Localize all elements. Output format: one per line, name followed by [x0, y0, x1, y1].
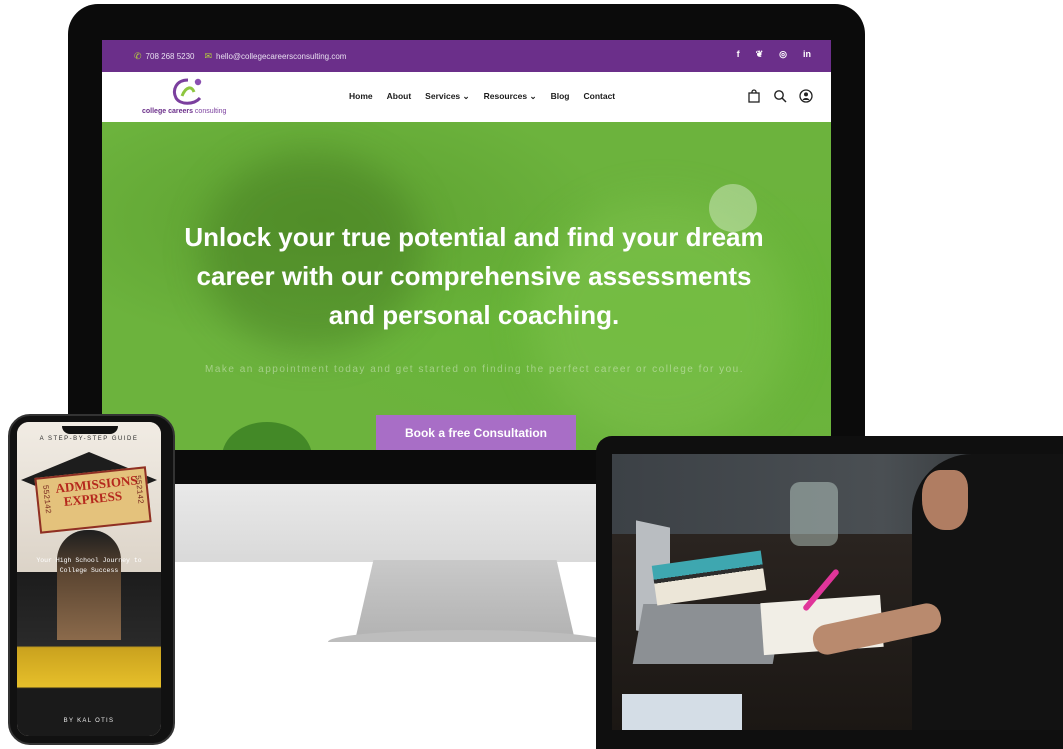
hero-headline: Unlock your true potential and find your… — [184, 222, 764, 330]
book-consultation-button[interactable]: Book a free Consultation — [376, 415, 576, 450]
nav-home[interactable]: Home — [349, 91, 373, 102]
email-address: hello@collegecareersconsulting.com — [216, 52, 347, 61]
photo-folder — [622, 694, 742, 730]
contact-topbar: ✆ 708 268 5230 ✉ hello@collegecareerscon… — [102, 40, 831, 72]
photo-glass-vase — [790, 482, 838, 546]
graduate-head — [57, 530, 121, 640]
mail-icon: ✉ — [204, 51, 213, 61]
book-author: BY KAL OTIS — [63, 718, 115, 724]
hero-subtext: Make an appointment today and get starte… — [205, 364, 744, 375]
ticket-number-right: 552142 — [132, 474, 145, 505]
phone-screen: A STEP-BY-STEP GUIDE 552142 ADMISSIONS E… — [17, 422, 161, 736]
phone-icon: ✆ — [134, 51, 142, 61]
hero-section: Unlock your true potential and find your… — [102, 122, 831, 450]
admissions-ticket: 552142 ADMISSIONS EXPRESS 552142 — [34, 466, 152, 534]
nav-contact[interactable]: Contact — [583, 91, 615, 102]
book-tagline: A STEP-BY-STEP GUIDE — [39, 436, 139, 442]
instagram-icon[interactable]: ◎ — [779, 49, 787, 60]
phone-notch — [62, 426, 118, 434]
logo-word-primary: college careers — [142, 108, 193, 115]
logo-word-secondary: consulting — [192, 108, 227, 115]
site-logo[interactable]: college careers consulting — [142, 74, 232, 120]
monitor-stand — [356, 560, 574, 636]
logo-mark-icon — [173, 78, 202, 105]
social-links: f ❦ ◎ in — [737, 49, 811, 60]
account-icon[interactable] — [799, 89, 813, 103]
phone-number: 708 268 5230 — [145, 52, 195, 61]
ticket-title: ADMISSIONS EXPRESS — [54, 472, 139, 510]
ticket-number-left: 552142 — [40, 484, 53, 515]
logo-wordmark: college careers consulting — [142, 108, 262, 115]
search-icon[interactable] — [773, 89, 787, 103]
shopping-bag-icon[interactable] — [747, 89, 761, 103]
twitter-icon[interactable]: ❦ — [756, 49, 764, 60]
contact-info: ✆ 708 268 5230 ✉ hello@collegecareerscon… — [134, 51, 346, 62]
photo-person-face — [922, 470, 968, 530]
hero-blob — [222, 422, 312, 450]
linkedin-icon[interactable]: in — [803, 49, 811, 60]
email-contact[interactable]: ✉ hello@collegecareersconsulting.com — [204, 51, 346, 62]
website-screen: ✆ 708 268 5230 ✉ hello@collegecareerscon… — [102, 40, 831, 450]
nav-blog[interactable]: Blog — [551, 91, 570, 102]
tablet-photo — [612, 454, 1063, 730]
book-subtitle: Your High School Journey to College Succ… — [36, 557, 142, 574]
facebook-icon[interactable]: f — [737, 49, 740, 60]
main-navbar: college careers consulting Home About Se… — [102, 72, 831, 122]
nav-menu: Home About Services ⌄ Resources ⌄ Blog C… — [349, 91, 615, 102]
nav-about[interactable]: About — [387, 91, 412, 102]
nav-icons — [747, 89, 813, 103]
phone-contact[interactable]: ✆ 708 268 5230 — [134, 51, 194, 62]
nav-resources[interactable]: Resources ⌄ — [484, 91, 537, 102]
nav-services[interactable]: Services ⌄ — [425, 91, 469, 102]
